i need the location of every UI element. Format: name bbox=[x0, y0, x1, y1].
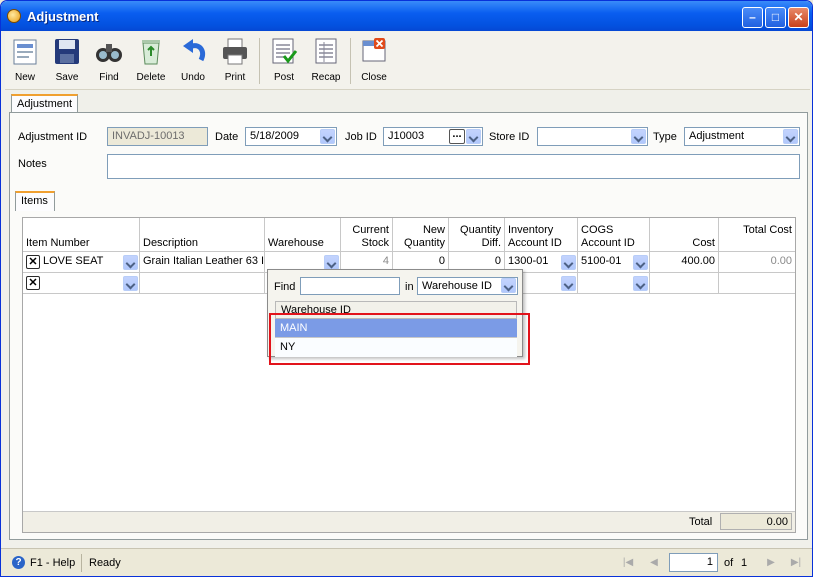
item-number-cell[interactable]: ✕ LOVE SEAT bbox=[23, 252, 140, 273]
cost-cell[interactable] bbox=[650, 273, 719, 294]
grid-total-bar: Total 0.00 bbox=[23, 511, 795, 532]
chevron-down-icon[interactable] bbox=[320, 129, 335, 144]
adjustment-id-field: INVADJ-10013 bbox=[107, 127, 208, 146]
chevron-down-icon[interactable] bbox=[501, 278, 516, 293]
column-header[interactable]: Cost bbox=[650, 218, 719, 252]
find-label: Find bbox=[274, 281, 296, 293]
app-icon bbox=[7, 9, 21, 23]
total-label: Total bbox=[689, 516, 713, 528]
adjustment-window: Adjustment – □ ✕ New Save Find Delete Un… bbox=[0, 0, 813, 577]
cogs-account-cell[interactable] bbox=[578, 273, 650, 294]
close-window-icon bbox=[362, 38, 386, 62]
save-button[interactable]: Save bbox=[47, 34, 87, 86]
close-button[interactable]: Close bbox=[354, 34, 394, 86]
column-header[interactable]: New Quantity bbox=[393, 218, 449, 252]
undo-button[interactable]: Undo bbox=[173, 34, 213, 86]
column-header[interactable]: Total Cost bbox=[719, 218, 795, 252]
item-number-cell[interactable]: ✕ bbox=[23, 273, 140, 294]
post-button[interactable]: Post bbox=[264, 34, 304, 86]
print-button[interactable]: Print bbox=[215, 34, 255, 86]
tab-adjustment[interactable]: Adjustment bbox=[11, 94, 78, 113]
maximize-button[interactable]: □ bbox=[765, 7, 786, 28]
recycle-bin-icon bbox=[142, 40, 160, 65]
ellipsis-icon[interactable]: ... bbox=[449, 129, 465, 144]
column-header[interactable]: Description bbox=[140, 218, 265, 252]
total-pages: 1 bbox=[741, 557, 748, 569]
status-bar: ? F1 - Help Ready |◀ ◀ 1 of 1 ▶ ▶| bbox=[1, 548, 812, 576]
page-input[interactable]: 1 bbox=[669, 553, 718, 572]
chevron-down-icon[interactable] bbox=[633, 276, 648, 291]
delete-row-icon[interactable]: ✕ bbox=[26, 255, 40, 269]
column-header[interactable]: Inventory Account ID bbox=[505, 218, 578, 252]
total-value: 0.00 bbox=[720, 513, 792, 530]
type-combo[interactable]: Adjustment bbox=[684, 127, 800, 146]
total-cost-cell bbox=[719, 273, 795, 294]
chevron-down-icon[interactable] bbox=[561, 255, 576, 270]
recap-ledger-icon bbox=[315, 38, 337, 64]
chevron-down-icon[interactable] bbox=[561, 276, 576, 291]
job-id-combo[interactable]: J10003 ... bbox=[383, 127, 483, 146]
new-button[interactable]: New bbox=[5, 34, 45, 86]
cogs-account-cell[interactable]: 5100-01 bbox=[578, 252, 650, 273]
find-input[interactable] bbox=[300, 277, 400, 295]
undo-arrow-icon bbox=[183, 39, 206, 62]
floppy-disk-icon bbox=[55, 39, 79, 64]
in-label: in bbox=[405, 281, 414, 293]
close-window-button[interactable]: ✕ bbox=[788, 7, 809, 28]
new-document-icon bbox=[13, 39, 37, 65]
adjustment-id-label: Adjustment ID bbox=[18, 131, 88, 143]
next-page-icon[interactable]: ▶ bbox=[764, 557, 778, 569]
previous-page-icon[interactable]: ◀ bbox=[647, 557, 661, 569]
chevron-down-icon[interactable] bbox=[324, 255, 339, 270]
description-cell[interactable]: Grain Italian Leather 63 I bbox=[140, 252, 265, 273]
delete-row-icon[interactable]: ✕ bbox=[26, 276, 40, 290]
total-cost-cell: 0.00 bbox=[719, 252, 795, 273]
date-picker[interactable]: 5/18/2009 bbox=[245, 127, 337, 146]
column-header[interactable]: Item Number bbox=[23, 218, 140, 252]
last-page-icon[interactable]: ▶| bbox=[789, 557, 803, 569]
minimize-button[interactable]: – bbox=[742, 7, 763, 28]
notes-field[interactable] bbox=[107, 154, 800, 179]
description-cell[interactable] bbox=[140, 273, 265, 294]
find-button[interactable]: Find bbox=[89, 34, 129, 86]
type-label: Type bbox=[653, 131, 677, 143]
of-label: of bbox=[724, 557, 734, 569]
search-field-combo[interactable]: Warehouse ID bbox=[417, 277, 518, 295]
chevron-down-icon[interactable] bbox=[466, 129, 481, 144]
binoculars-icon bbox=[96, 44, 122, 62]
cost-cell[interactable]: 400.00 bbox=[650, 252, 719, 273]
chevron-down-icon[interactable] bbox=[631, 129, 646, 144]
column-header[interactable]: COGS Account ID bbox=[578, 218, 650, 252]
items-grid: Item Number Description Warehouse Curren… bbox=[22, 217, 796, 533]
chevron-down-icon[interactable] bbox=[783, 129, 798, 144]
toolbar-separator bbox=[350, 38, 351, 84]
status-text: Ready bbox=[89, 557, 121, 569]
column-header[interactable]: Quantity Diff. bbox=[449, 218, 505, 252]
chevron-down-icon[interactable] bbox=[633, 255, 648, 270]
toolbar: New Save Find Delete Undo Print Post Rec… bbox=[5, 32, 810, 90]
toolbar-separator bbox=[259, 38, 260, 84]
post-ledger-icon bbox=[272, 38, 298, 64]
printer-icon bbox=[223, 38, 247, 65]
chevron-down-icon[interactable] bbox=[123, 276, 138, 291]
chevron-down-icon[interactable] bbox=[123, 255, 138, 270]
date-label: Date bbox=[215, 131, 239, 143]
tab-items[interactable]: Items bbox=[15, 191, 55, 211]
status-divider bbox=[81, 554, 82, 572]
first-page-icon[interactable]: |◀ bbox=[621, 557, 635, 569]
delete-button[interactable]: Delete bbox=[131, 34, 171, 86]
help-text[interactable]: F1 - Help bbox=[30, 557, 75, 569]
store-id-label: Store ID bbox=[489, 131, 530, 143]
highlight-box bbox=[269, 313, 530, 365]
column-header[interactable]: Current Stock bbox=[341, 218, 393, 252]
recap-button[interactable]: Recap bbox=[306, 34, 346, 86]
column-header[interactable]: Warehouse bbox=[265, 218, 341, 252]
notes-label: Notes bbox=[18, 158, 47, 170]
job-id-label: Job ID bbox=[345, 131, 377, 143]
title-bar[interactable]: Adjustment – □ ✕ bbox=[1, 1, 812, 31]
help-icon: ? bbox=[12, 556, 25, 569]
window-title: Adjustment bbox=[27, 9, 99, 24]
store-id-combo[interactable] bbox=[537, 127, 648, 146]
